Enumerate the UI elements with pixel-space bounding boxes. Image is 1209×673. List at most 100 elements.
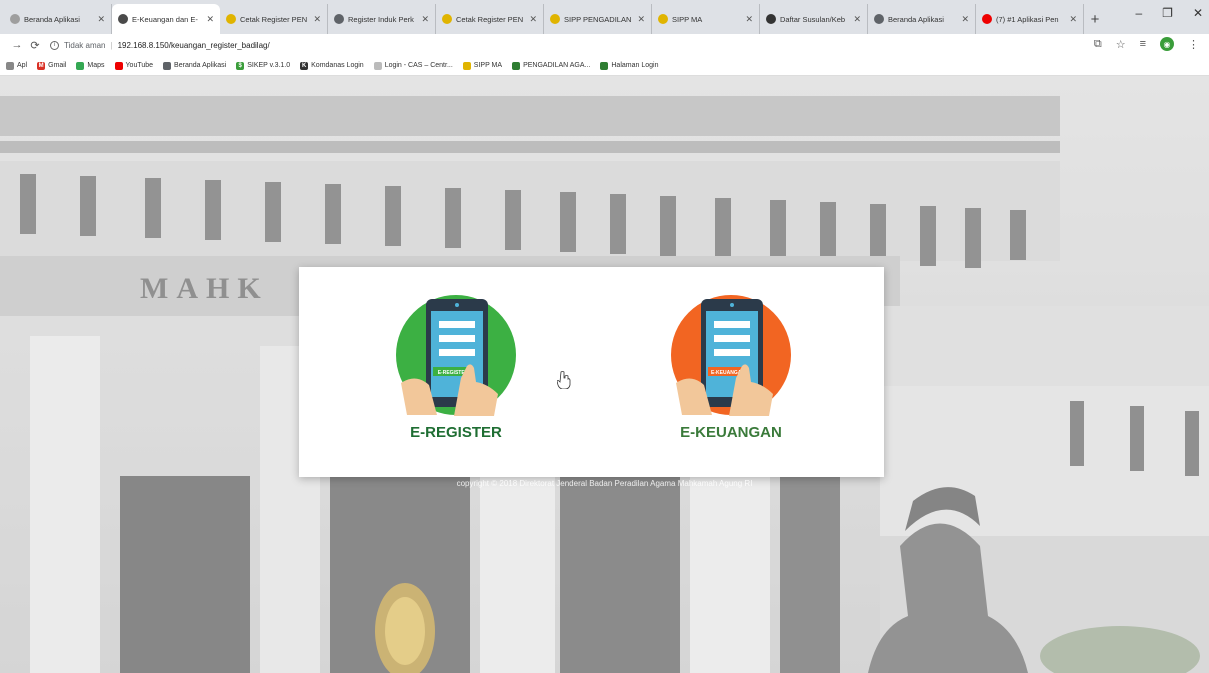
bookmark-item[interactable]: YouTube xyxy=(114,61,154,70)
menu-kebab-icon[interactable]: ⋮ xyxy=(1188,38,1199,51)
tab-close-icon[interactable]: ✕ xyxy=(637,14,645,25)
bookmark-label: Maps xyxy=(87,62,105,69)
bookmark-item[interactable]: PENGADILAN AGA... xyxy=(512,61,591,70)
tab-favicon-icon xyxy=(550,14,560,24)
bookmark-label: PENGADILAN AGA... xyxy=(523,62,591,69)
tab-close-icon[interactable]: ✕ xyxy=(206,14,214,25)
maximize-icon[interactable]: ❐ xyxy=(1162,6,1173,20)
omnibox[interactable]: i Tidak aman | 192.168.8.150/keuangan_re… xyxy=(50,40,270,50)
e-keuangan-button[interactable]: E-KEUANGAN E-KEUANGAN xyxy=(656,283,806,463)
bookmark-favicon-icon xyxy=(6,61,14,70)
browser-tab[interactable]: (7) #1 Aplikasi Pen ✕ xyxy=(976,4,1084,34)
bookmark-item[interactable]: K Komdanas Login xyxy=(300,61,364,70)
browser-tab[interactable]: Daftar Susulan/Keb ✕ xyxy=(760,4,868,34)
tab-close-icon[interactable]: ✕ xyxy=(853,14,861,25)
bookmark-favicon-icon xyxy=(462,61,471,70)
bookmark-label: Apl xyxy=(17,62,28,69)
browser-tab[interactable]: E-Keuangan dan E- ✕ xyxy=(112,4,220,34)
bookmark-label: Beranda Aplikasi xyxy=(174,62,227,69)
bookmark-favicon-icon xyxy=(373,61,382,70)
profile-avatar[interactable]: ◉ xyxy=(1160,37,1174,51)
bookmark-label: Gmail xyxy=(48,62,67,69)
browser-tab[interactable]: Cetak Register PEN ✕ xyxy=(220,4,328,34)
tab-label: Cetak Register PEN xyxy=(456,14,524,24)
window-controls: – ❐ ✕ xyxy=(1135,6,1203,20)
bookmark-favicon-icon: K xyxy=(300,61,309,70)
toolbar-actions: ⧉ ☆ ≡ ◉ ⋮ xyxy=(1094,37,1199,51)
tab-favicon-icon xyxy=(874,14,884,24)
bookmark-item[interactable]: Login - CAS – Centr... xyxy=(373,61,453,70)
tab-favicon-icon xyxy=(658,14,668,24)
browser-tab[interactable]: Beranda Aplikasi ✕ xyxy=(4,4,112,34)
address-toolbar: → ⟳ i Tidak aman | 192.168.8.150/keuanga… xyxy=(0,34,1209,56)
url-text[interactable]: 192.168.8.150/keuangan_register_badilag/ xyxy=(118,41,270,50)
bookmark-favicon-icon xyxy=(600,61,609,70)
bookmarks-bar: Apl M Gmail Maps YouTube Beranda Aplikasi $ SIK… xyxy=(0,56,1209,76)
tab-label: SIPP PENGADILAN A xyxy=(564,14,634,24)
app-selector-card: E-REGISTER E-REGISTER E-KEUANGAN E-KEUAN… xyxy=(299,267,884,477)
browser-tab[interactable]: SIPP PENGADILAN A ✕ xyxy=(544,4,652,34)
tab-favicon-icon xyxy=(442,14,452,24)
bookmark-favicon-icon: $ xyxy=(236,61,245,70)
bookmark-label: SIKEP v.3.1.0 xyxy=(247,62,291,69)
forward-icon[interactable]: → xyxy=(8,39,26,51)
tab-label: Cetak Register PEN xyxy=(240,14,308,24)
tab-close-icon[interactable]: ✕ xyxy=(961,14,969,25)
tab-favicon-icon xyxy=(10,14,20,24)
tab-favicon-icon xyxy=(118,14,128,24)
tab-favicon-icon xyxy=(334,14,344,24)
e-register-button[interactable]: E-REGISTER E-REGISTER xyxy=(381,283,531,463)
not-secure-label: Tidak aman xyxy=(64,40,106,50)
bookmark-favicon-icon: M xyxy=(37,61,46,70)
tab-label: (7) #1 Aplikasi Pen xyxy=(996,14,1059,24)
tab-label: Beranda Aplikasi xyxy=(24,14,80,24)
tab-label: SIPP MA xyxy=(672,14,703,24)
bookmark-favicon-icon xyxy=(76,61,85,70)
bookmark-favicon-icon xyxy=(163,61,172,70)
browser-tab[interactable]: Register Induk Perk ✕ xyxy=(328,4,436,34)
minimize-icon[interactable]: – xyxy=(1135,6,1142,20)
tab-favicon-icon xyxy=(226,14,236,24)
bookmark-label: Login - CAS – Centr... xyxy=(384,62,453,69)
new-tab-button[interactable]: + xyxy=(1084,4,1106,34)
copyright-footer: copyright © 2018 Direktorat Jenderal Bad… xyxy=(456,479,753,488)
bookmark-favicon-icon xyxy=(512,61,521,70)
reload-icon[interactable]: ⟳ xyxy=(26,39,44,52)
bookmark-label: YouTube xyxy=(125,62,154,69)
e-keuangan-icon: E-KEUANGAN xyxy=(671,295,791,416)
bookmark-favicon-icon xyxy=(114,61,123,70)
bookmark-star-icon[interactable]: ☆ xyxy=(1116,38,1126,51)
bookmark-item[interactable]: M Gmail xyxy=(37,61,67,70)
bookmark-item[interactable]: Maps xyxy=(76,61,105,70)
bookmark-label: Komdanas Login xyxy=(311,62,364,69)
bookmark-item[interactable]: $ SIKEP v.3.1.0 xyxy=(236,61,291,70)
bookmark-item[interactable]: SIPP MA xyxy=(462,61,503,70)
browser-tab[interactable]: Beranda Aplikasi ✕ xyxy=(868,4,976,34)
browser-tab[interactable]: Cetak Register PEN ✕ xyxy=(436,4,544,34)
tab-label: Beranda Aplikasi xyxy=(888,14,944,24)
bookmark-item[interactable]: Halaman Login xyxy=(600,61,659,70)
tab-favicon-icon xyxy=(982,14,992,24)
e-register-label: E-REGISTER xyxy=(410,424,502,441)
tab-label: Register Induk Perk xyxy=(348,14,414,24)
bookmark-label: SIPP MA xyxy=(473,62,503,69)
tab-close-icon[interactable]: ✕ xyxy=(313,14,321,25)
close-window-icon[interactable]: ✕ xyxy=(1193,6,1203,20)
media-icon[interactable]: ≡ xyxy=(1140,38,1146,50)
bookmark-item[interactable]: Apl xyxy=(6,61,28,70)
browser-tab[interactable]: SIPP MA ✕ xyxy=(652,4,760,34)
bookmark-label: Halaman Login xyxy=(611,62,659,69)
tab-close-icon[interactable]: ✕ xyxy=(97,14,105,25)
e-keuangan-label: E-KEUANGAN xyxy=(680,424,782,441)
page-content: MAHK E-REGISTER E-REGISTER E-KEUANGAN E-… xyxy=(0,76,1209,673)
tab-close-icon[interactable]: ✕ xyxy=(421,14,429,25)
tab-label: E-Keuangan dan E- xyxy=(132,14,198,24)
bookmark-item[interactable]: Beranda Aplikasi xyxy=(163,61,227,70)
info-icon[interactable]: i xyxy=(50,40,59,50)
tab-favicon-icon xyxy=(766,14,776,24)
tab-close-icon[interactable]: ✕ xyxy=(1069,14,1077,25)
translate-icon[interactable]: ⧉ xyxy=(1094,38,1102,51)
tab-label: Daftar Susulan/Keb xyxy=(780,14,846,24)
tab-close-icon[interactable]: ✕ xyxy=(745,14,753,25)
tab-close-icon[interactable]: ✕ xyxy=(529,14,537,25)
